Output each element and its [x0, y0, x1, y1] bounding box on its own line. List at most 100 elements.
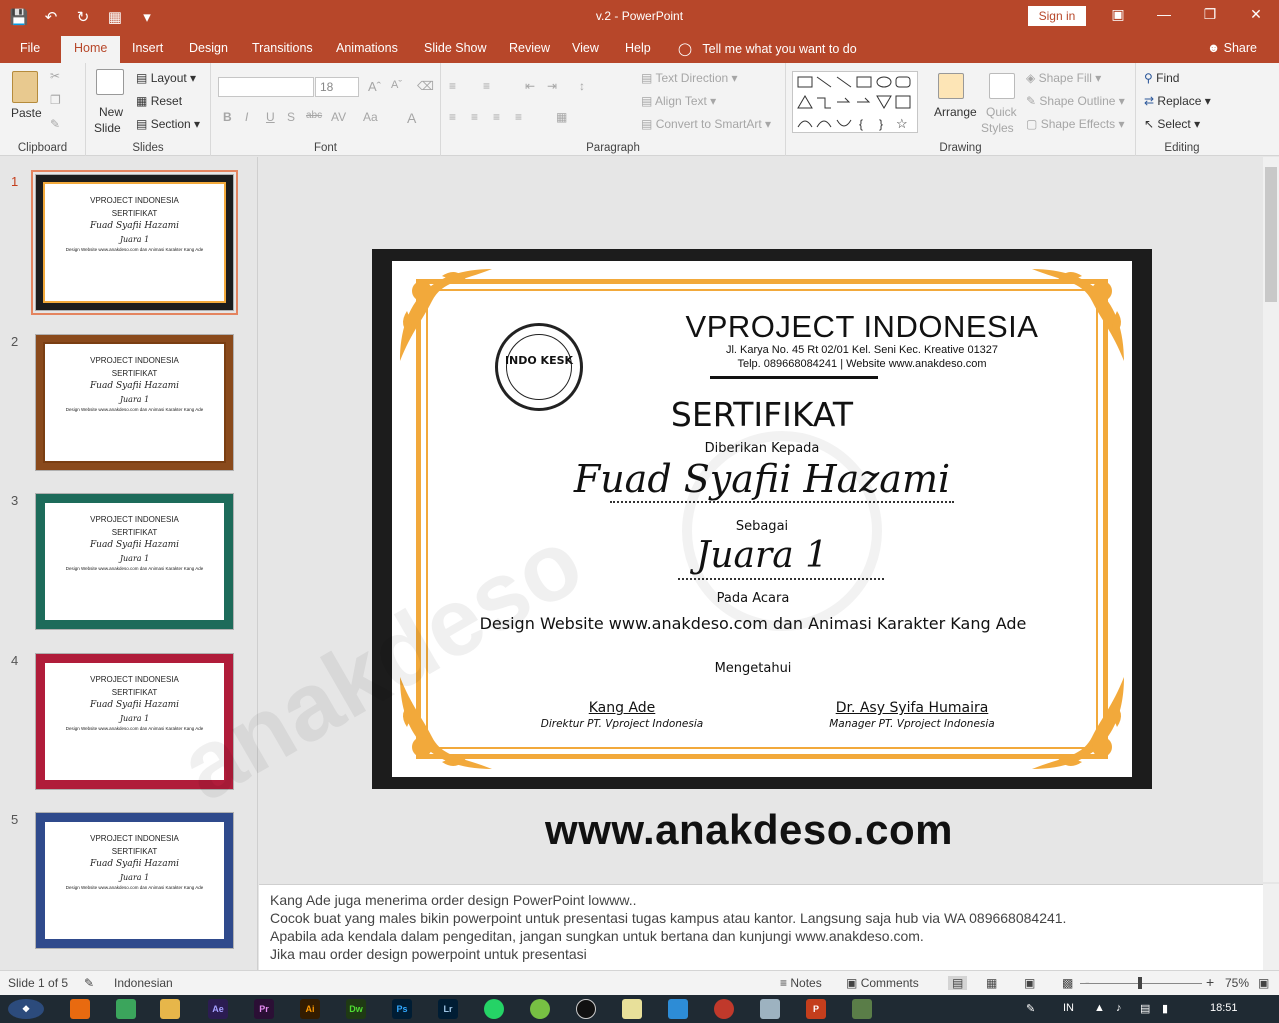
underline-icon[interactable]: U [266, 110, 275, 124]
section-button[interactable]: ▤ Section ▾ [136, 117, 200, 131]
app-icon-blue[interactable] [668, 999, 688, 1019]
zoom-level[interactable]: 75% [1225, 976, 1249, 990]
font-name-field[interactable] [218, 77, 314, 97]
ribbon-display-options-icon[interactable]: ▣ [1095, 6, 1141, 23]
zoom-out-icon[interactable]: - [1085, 974, 1090, 990]
illustrator-icon[interactable]: Ai [300, 999, 320, 1019]
columns-icon[interactable]: ▦ [556, 110, 567, 124]
fit-slide-icon[interactable]: ▣ [1258, 976, 1269, 990]
clock[interactable]: 18:51 [1210, 1002, 1238, 1014]
quick-styles-button[interactable]: Quick [986, 105, 1017, 119]
paste-button[interactable]: Paste [11, 106, 42, 120]
new-slide-button[interactable]: New [99, 105, 123, 119]
zoom-in-icon[interactable]: + [1206, 974, 1214, 990]
slide-thumbnail-5[interactable]: VPROJECT INDONESIA SERTIFIKAT Fuad Syafii … [35, 812, 234, 949]
volume-icon[interactable]: ♪ [1116, 1002, 1122, 1014]
change-case-icon[interactable]: Aa [363, 110, 378, 124]
replace-button[interactable]: ⇄ Replace ▾ [1144, 94, 1211, 108]
clear-formatting-icon[interactable]: ⌫ [417, 79, 434, 93]
bold-icon[interactable]: B [223, 110, 232, 124]
font-color-icon[interactable]: A [407, 110, 416, 126]
shapes-gallery[interactable]: { } ☆ [792, 71, 918, 133]
char-spacing-icon[interactable]: AV [331, 110, 346, 124]
decrease-indent-icon[interactable]: ⇤ [525, 79, 535, 93]
reset-button[interactable]: ▦ Reset [136, 94, 182, 108]
tab-home[interactable]: Home [61, 36, 121, 63]
tab-insert[interactable]: Insert [132, 41, 163, 55]
tab-slide-show[interactable]: Slide Show [424, 41, 487, 55]
align-center-icon[interactable]: ≡ [471, 110, 478, 124]
firefox-icon[interactable] [70, 999, 90, 1019]
strikethrough-icon[interactable]: abc [306, 110, 322, 121]
notes-scrollbar[interactable] [1263, 884, 1279, 970]
copy-icon[interactable]: ❐ [50, 93, 61, 107]
app-icon-green[interactable] [530, 999, 550, 1019]
premiere-icon[interactable]: Pr [254, 999, 274, 1019]
powerpoint-icon[interactable]: P [806, 999, 826, 1019]
input-language[interactable]: IN [1063, 1002, 1074, 1014]
start-button-icon[interactable]: ❖ [8, 999, 44, 1019]
dreamweaver-icon[interactable]: Dw [346, 999, 366, 1019]
justify-icon[interactable]: ≡ [515, 110, 522, 124]
zoom-slider-handle[interactable] [1138, 977, 1142, 989]
slide-sorter-icon[interactable]: ▦ [986, 976, 997, 990]
select-button[interactable]: ↖ Select ▾ [1144, 117, 1200, 131]
shape-fill-button[interactable]: ◈ Shape Fill ▾ [1026, 71, 1101, 85]
lightroom-icon[interactable]: Lr [438, 999, 458, 1019]
align-right-icon[interactable]: ≡ [493, 110, 500, 124]
slide-thumbnail-4[interactable]: VPROJECT INDONESIA SERTIFIKAT Fuad Syafii … [35, 653, 234, 790]
tell-me-search[interactable]: ◯ Tell me what you want to do [678, 41, 857, 56]
network-icon[interactable]: ▤ [1140, 1002, 1150, 1015]
tab-transitions[interactable]: Transitions [252, 41, 313, 55]
decrease-font-icon[interactable]: Aˇ [391, 79, 402, 91]
chrome-icon[interactable] [116, 999, 136, 1019]
convert-smartart-button[interactable]: ▤ Convert to SmartArt ▾ [641, 117, 771, 131]
normal-view-icon[interactable]: ▤ [948, 976, 968, 990]
find-button[interactable]: ⚲ Find [1144, 71, 1179, 85]
notes-toggle[interactable]: ≡ Notes [780, 976, 822, 990]
bullets-icon[interactable]: ≡ [449, 79, 456, 93]
action-center-icon[interactable]: ✎ [1026, 1002, 1035, 1015]
after-effects-icon[interactable]: Ae [208, 999, 228, 1019]
slide-thumbnail-2[interactable]: VPROJECT INDONESIA SERTIFIKAT Fuad Syafii … [35, 334, 234, 471]
close-icon[interactable]: ✕ [1233, 6, 1279, 23]
tab-help[interactable]: Help [625, 41, 651, 55]
app-icon-globe[interactable] [852, 999, 872, 1019]
reading-view-icon[interactable]: ▣ [1024, 976, 1035, 990]
folder-icon[interactable] [760, 999, 780, 1019]
increase-font-icon[interactable]: Aˆ [368, 79, 381, 94]
minimize-icon[interactable]: — [1141, 6, 1187, 23]
slideshow-icon[interactable]: ▩ [1062, 976, 1073, 990]
file-explorer-icon[interactable] [160, 999, 180, 1019]
notes-app-icon[interactable] [622, 999, 642, 1019]
photoshop-icon[interactable]: Ps [392, 999, 412, 1019]
slide-1[interactable]: INDO KESK VPROJECT INDONESIA Jl. Karya N… [372, 249, 1152, 789]
comments-toggle[interactable]: ▣ Comments [846, 976, 919, 990]
increase-indent-icon[interactable]: ⇥ [547, 79, 557, 93]
shape-outline-button[interactable]: ✎ Shape Outline ▾ [1026, 94, 1125, 108]
numbering-icon[interactable]: ≡ [483, 79, 490, 93]
font-size-field[interactable]: 18 [315, 77, 359, 97]
recorder-icon[interactable] [714, 999, 734, 1019]
language-indicator[interactable]: Indonesian [114, 976, 173, 990]
format-painter-icon[interactable]: ✎ [50, 117, 60, 131]
arrange-button[interactable]: Arrange [934, 105, 977, 119]
sign-in-button[interactable]: Sign in [1028, 6, 1086, 26]
align-text-button[interactable]: ▤ Align Text ▾ [641, 94, 716, 108]
shape-effects-button[interactable]: ▢ Shape Effects ▾ [1026, 117, 1125, 131]
line-spacing-icon[interactable]: ↕ [579, 79, 585, 93]
notes-pane[interactable]: Kang Ade juga menerima order design Powe… [259, 884, 1263, 970]
maximize-icon[interactable]: ❐ [1187, 6, 1233, 23]
cut-icon[interactable]: ✂ [50, 69, 60, 83]
tab-file[interactable]: File [20, 41, 40, 55]
share-button[interactable]: ☻ Share [1207, 41, 1257, 55]
quick-styles-label2[interactable]: Styles [981, 121, 1014, 135]
tab-animations[interactable]: Animations [336, 41, 398, 55]
spellcheck-icon[interactable]: ✎ [84, 976, 94, 990]
tab-view[interactable]: View [572, 41, 599, 55]
show-hidden-icons-icon[interactable]: ▲ [1094, 1002, 1105, 1014]
app-icon-black[interactable] [576, 999, 596, 1019]
scrollbar-thumb[interactable] [1265, 167, 1277, 302]
tab-review[interactable]: Review [509, 41, 550, 55]
slide-thumbnail-1[interactable]: VPROJECT INDONESIA SERTIFIKAT Fuad Syafii … [31, 170, 238, 315]
